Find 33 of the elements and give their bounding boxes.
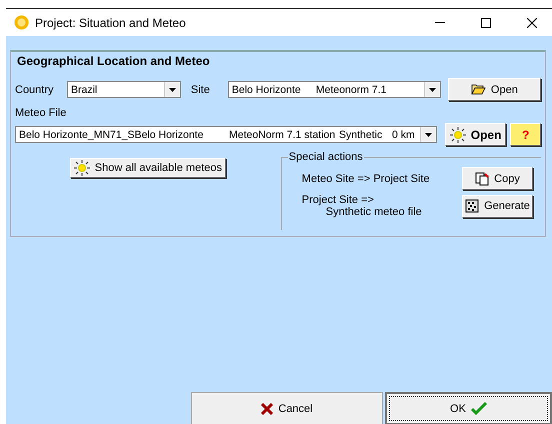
check-icon [470, 402, 487, 415]
open-button[interactable]: Open [448, 78, 541, 101]
folder-icon [470, 84, 486, 95]
show-meteos-button[interactable]: Show all available meteos [70, 158, 226, 178]
copy-button[interactable]: Copy [462, 167, 533, 190]
minimize-icon [435, 22, 445, 23]
country-dropdown[interactable]: Brazil [67, 81, 181, 98]
site-label: Site [190, 84, 210, 96]
dropdown-arrow-icon[interactable] [424, 132, 432, 136]
cancel-button[interactable]: Cancel [191, 392, 383, 424]
sun-icon [74, 160, 90, 176]
app-logo-icon [14, 15, 29, 30]
group-title: Geographical Location and Meteo [17, 54, 211, 68]
maximize-icon [481, 18, 491, 28]
help-button[interactable]: ? [510, 123, 541, 146]
site-dropdown[interactable]: Belo Horizonte Meteonorm 7.1 [228, 81, 441, 98]
close-icon [527, 18, 537, 28]
dropdown-arrow-icon[interactable] [428, 88, 436, 92]
open-meteo-button[interactable]: Open [444, 123, 506, 146]
action-description: Meteo Site => Project Site [300, 172, 430, 184]
meteo-file-dropdown[interactable]: Belo Horizonte_MN71_SBelo Horizonte MeteoNorm 7.1 station Synthetic 0 km [15, 126, 437, 143]
dropdown-arrow-icon[interactable] [168, 88, 176, 92]
country-label: Country [15, 84, 55, 96]
generate-button[interactable]: Generate [462, 194, 533, 218]
window-title: Project: Situation and Meteo [35, 16, 187, 30]
sun-icon [450, 126, 466, 142]
meteo-file-label: Meteo File [15, 107, 68, 119]
action-description: Project Site => Synthetic meteo file [300, 194, 422, 218]
copy-icon [475, 172, 490, 186]
special-actions-title: Special actions [288, 151, 364, 163]
ok-button[interactable]: OK [385, 392, 552, 424]
cross-icon [261, 402, 274, 414]
dice-icon [465, 199, 480, 213]
